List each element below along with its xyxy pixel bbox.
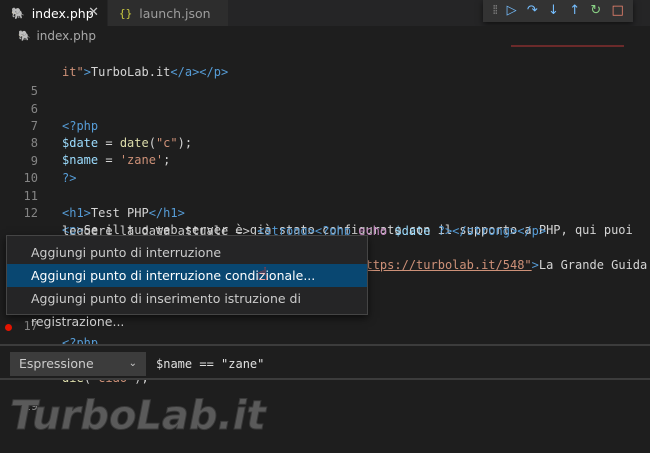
tab-launch-json[interactable]: {} launch.json: [108, 0, 228, 26]
tab-index-php[interactable]: 🐘 index.php ✕: [0, 0, 107, 26]
code-line[interactable]: it">TurboLab.it</a></p>: [0, 47, 650, 79]
php-elephant-icon: 🐘: [18, 30, 31, 42]
breakpoint-condition-widget: Espressione ⌄ $name == "zane": [0, 344, 650, 380]
breakpoint-dot-icon[interactable]: [5, 324, 12, 331]
breadcrumb-file: index.php: [36, 29, 96, 43]
code-line[interactable]: 5: [0, 66, 650, 98]
json-braces-icon: {}: [119, 6, 133, 20]
gutter-context-menu: Aggiungi punto di interruzione Aggiungi …: [6, 235, 368, 329]
step-into-icon[interactable]: ↓: [548, 0, 559, 22]
step-over-icon[interactable]: ↷: [527, 0, 538, 22]
chevron-down-icon: ⌄: [128, 358, 137, 369]
code-line[interactable]: 6 <?php: [0, 84, 650, 133]
php-elephant-icon: 🐘: [11, 6, 25, 20]
stop-icon[interactable]: □: [612, 0, 624, 22]
condition-expression-input[interactable]: $name == "zane": [156, 352, 264, 376]
drag-handle-icon[interactable]: ⁞⁞: [492, 0, 498, 22]
code-line[interactable]: 10: [0, 153, 650, 185]
menu-item-add-logpoint[interactable]: Aggiungi punto di inserimento istruzione…: [7, 287, 367, 329]
condition-type-value: Espressione: [19, 356, 94, 371]
watermark-text: TurboLab.it: [10, 393, 267, 439]
code-line[interactable]: 12 <p>Se il tuo web server è già stato c…: [0, 188, 650, 237]
tab-label: launch.json: [139, 5, 211, 21]
code-line[interactable]: leggere la data attuale => <strong><?php…: [0, 206, 650, 238]
menu-item-add-conditional-breakpoint[interactable]: Aggiungi punto di interruzione condizion…: [7, 264, 367, 287]
restart-icon[interactable]: ↻: [590, 0, 601, 22]
close-icon[interactable]: ✕: [88, 5, 99, 20]
code-line[interactable]: 9 ?>: [0, 136, 650, 185]
line-number: 19: [23, 399, 38, 413]
tab-label: index.php: [31, 5, 94, 21]
continue-icon[interactable]: ▷: [507, 0, 517, 22]
step-out-icon[interactable]: ↑: [569, 0, 580, 22]
code-line[interactable]: 19: [0, 381, 650, 413]
code-line[interactable]: 11 <h1>Test PHP</h1>: [0, 171, 650, 220]
hand-pointer-cursor-icon: ☝: [257, 264, 268, 285]
condition-type-select[interactable]: Espressione ⌄: [10, 352, 146, 376]
breadcrumb[interactable]: 🐘 index.php: [0, 26, 650, 46]
code-line[interactable]: 7 $date = date("c");: [0, 101, 650, 150]
debug-toolbar: ⁞⁞ ▷ ↷ ↓ ↑ ↻ □: [483, 0, 633, 22]
code-line[interactable]: 8 $name = 'zane';: [0, 118, 650, 167]
menu-item-add-breakpoint[interactable]: Aggiungi punto di interruzione: [7, 241, 367, 264]
